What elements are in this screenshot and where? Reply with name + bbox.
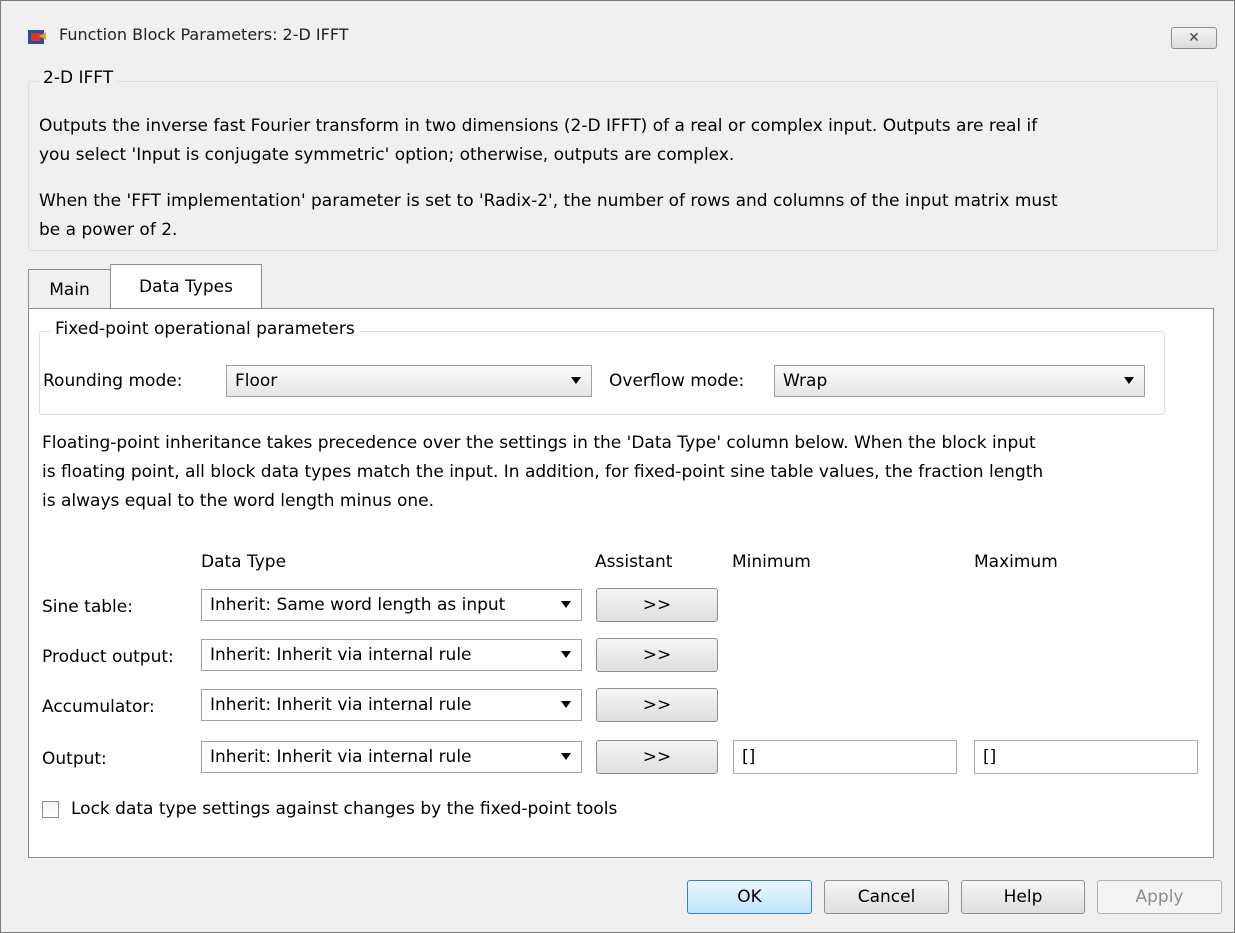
chevron-down-icon bbox=[561, 601, 571, 608]
simulink-block-icon bbox=[28, 30, 46, 44]
column-header-data-type: Data Type bbox=[201, 552, 287, 572]
output-maximum-field[interactable]: [] bbox=[974, 740, 1198, 774]
product-output-data-type-select[interactable]: Inherit: Inherit via internal rule bbox=[201, 639, 582, 671]
sine-table-data-type-select[interactable]: Inherit: Same word length as input bbox=[201, 589, 582, 621]
inheritance-info-text: Floating-point inheritance takes precede… bbox=[42, 433, 1044, 511]
sine-table-assistant-button[interactable]: >> bbox=[596, 588, 718, 622]
lock-data-type-checkbox[interactable] bbox=[42, 801, 59, 818]
column-header-minimum: Minimum bbox=[732, 552, 811, 572]
accumulator-assistant-button[interactable]: >> bbox=[596, 688, 718, 722]
description-paragraph-2: When the 'FFT implementation' parameter … bbox=[39, 191, 1058, 240]
fixed-point-group-title: Fixed-point operational parameters bbox=[51, 319, 359, 339]
chevron-down-icon bbox=[571, 377, 581, 384]
chevron-down-icon bbox=[561, 651, 571, 658]
sine-table-label: Sine table: bbox=[42, 597, 133, 617]
rounding-mode-select[interactable]: Floor bbox=[226, 365, 592, 397]
chevron-down-icon bbox=[561, 701, 571, 708]
ok-button[interactable]: OK bbox=[687, 880, 812, 914]
overflow-mode-select[interactable]: Wrap bbox=[774, 365, 1145, 397]
output-data-type-select[interactable]: Inherit: Inherit via internal rule bbox=[201, 741, 582, 773]
dialog-window: Function Block Parameters: 2-D IFFT ✕ 2-… bbox=[0, 0, 1235, 933]
column-header-assistant: Assistant bbox=[595, 552, 673, 572]
product-output-assistant-button[interactable]: >> bbox=[596, 638, 718, 672]
accumulator-data-type-select[interactable]: Inherit: Inherit via internal rule bbox=[201, 689, 582, 721]
data-types-panel: Fixed-point operational parameters Round… bbox=[28, 308, 1214, 858]
output-assistant-button[interactable]: >> bbox=[596, 740, 718, 774]
tab-data-types[interactable]: Data Types bbox=[110, 264, 262, 308]
title-bar: Function Block Parameters: 2-D IFFT ✕ bbox=[1, 1, 1234, 61]
chevron-down-icon bbox=[1124, 377, 1134, 384]
rounding-mode-label: Rounding mode: bbox=[43, 371, 183, 391]
column-header-maximum: Maximum bbox=[974, 552, 1058, 572]
accumulator-label: Accumulator: bbox=[42, 697, 155, 717]
apply-button[interactable]: Apply bbox=[1097, 880, 1222, 914]
cancel-button[interactable]: Cancel bbox=[824, 880, 949, 914]
help-button[interactable]: Help bbox=[961, 880, 1085, 914]
window-title: Function Block Parameters: 2-D IFFT bbox=[59, 25, 349, 44]
overflow-mode-label: Overflow mode: bbox=[609, 371, 745, 391]
output-minimum-field[interactable]: [] bbox=[733, 740, 957, 774]
tab-main[interactable]: Main bbox=[28, 269, 111, 309]
product-output-label: Product output: bbox=[42, 647, 174, 667]
description-paragraph-1: Outputs the inverse fast Fourier transfo… bbox=[39, 116, 1038, 165]
description-group-title: 2-D IFFT bbox=[39, 68, 118, 88]
output-label: Output: bbox=[42, 749, 107, 769]
lock-data-type-label: Lock data type settings against changes … bbox=[71, 799, 618, 819]
close-icon: ✕ bbox=[1188, 30, 1200, 46]
chevron-down-icon bbox=[561, 753, 571, 760]
close-button[interactable]: ✕ bbox=[1171, 27, 1217, 49]
